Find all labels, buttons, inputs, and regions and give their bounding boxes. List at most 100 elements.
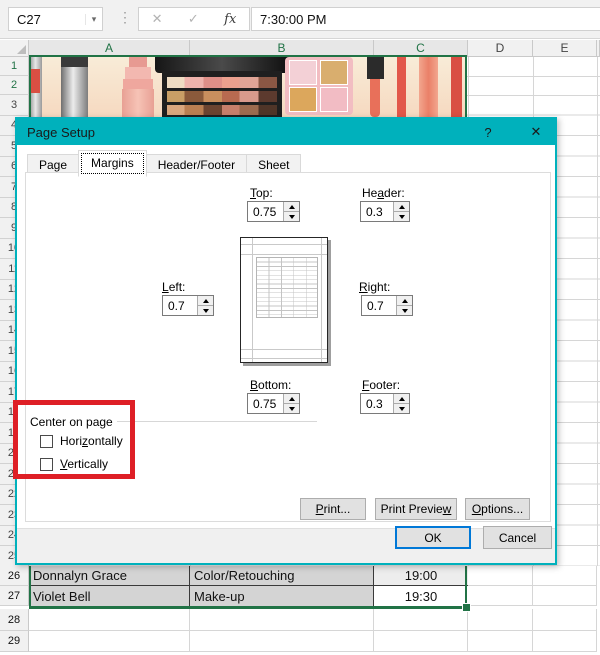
- spin-down-button[interactable]: [394, 212, 409, 221]
- right-margin-spinner: [396, 296, 412, 315]
- ok-button[interactable]: OK: [395, 526, 471, 549]
- tab-margins[interactable]: Margins: [78, 150, 147, 177]
- cell-c26[interactable]: 19:00: [374, 566, 468, 586]
- cell-a28[interactable]: [29, 609, 190, 631]
- eyeshadow-row-shape: [167, 91, 277, 102]
- cell-e27[interactable]: [533, 586, 597, 606]
- spin-up-button[interactable]: [397, 296, 412, 306]
- pencil-stroke-shape: [451, 57, 462, 117]
- separator-dots-icon: ⋮: [118, 9, 132, 26]
- table-row: 26 Donnalyn Grace Color/Retouching 19:00: [0, 566, 600, 586]
- column-header-d[interactable]: D: [468, 40, 533, 57]
- row-header[interactable]: 28: [0, 609, 29, 631]
- cell-e28[interactable]: [533, 609, 597, 631]
- print-button[interactable]: Print...: [300, 498, 366, 520]
- right-margin-value[interactable]: 0.7: [362, 296, 396, 315]
- cell-e26[interactable]: [533, 566, 597, 586]
- top-margin-spinner: [283, 202, 299, 221]
- footer-margin-value[interactable]: 0.3: [361, 394, 393, 413]
- print-preview-button[interactable]: Print Preview: [375, 498, 457, 520]
- row-header[interactable]: 2: [0, 76, 29, 95]
- cell-a29[interactable]: [29, 631, 190, 652]
- spin-up-button[interactable]: [198, 296, 213, 306]
- footer-margin-label: Footer:: [362, 378, 400, 392]
- cell-b27[interactable]: Make-up: [190, 586, 374, 606]
- bottom-margin-input[interactable]: 0.75: [247, 393, 300, 414]
- row-header[interactable]: 27: [0, 586, 29, 606]
- cell-b29[interactable]: [190, 631, 374, 652]
- bottom-margin-value[interactable]: 0.75: [248, 394, 283, 413]
- table-row: 27 Violet Bell Make-up 19:30: [0, 586, 600, 606]
- name-box[interactable]: C27 ▾: [8, 7, 103, 31]
- spin-down-button[interactable]: [397, 306, 412, 315]
- select-all-corner[interactable]: [0, 40, 29, 57]
- enter-icon[interactable]: ✓: [188, 11, 199, 27]
- spin-down-button[interactable]: [198, 306, 213, 315]
- name-box-dropdown-icon[interactable]: ▾: [85, 14, 102, 25]
- cell-c28[interactable]: [374, 609, 468, 631]
- header-margin-label: Header:: [362, 186, 405, 200]
- cell-e29[interactable]: [533, 631, 597, 652]
- bottom-margin-spinner: [283, 394, 299, 413]
- preview-margin-line: [241, 254, 327, 255]
- cell-d29[interactable]: [468, 631, 533, 652]
- header-margin-spinner: [393, 202, 409, 221]
- options-button[interactable]: Options...: [465, 498, 530, 520]
- row-header[interactable]: 1: [0, 57, 29, 76]
- cell-c29[interactable]: [374, 631, 468, 652]
- row-header[interactable]: 26: [0, 566, 29, 586]
- blush-pan-shape: [320, 87, 348, 112]
- cell-d28[interactable]: [468, 609, 533, 631]
- selection-border-left: [29, 566, 31, 606]
- column-header-e[interactable]: E: [533, 40, 597, 57]
- cell-b28[interactable]: [190, 609, 374, 631]
- cell-c27-active[interactable]: 19:30: [374, 586, 468, 606]
- footer-margin-input[interactable]: 0.3: [360, 393, 410, 414]
- formula-value: 7:30:00 PM: [260, 12, 327, 27]
- cancel-button[interactable]: Cancel: [483, 526, 552, 549]
- header-margin-value[interactable]: 0.3: [361, 202, 393, 221]
- top-margin-input[interactable]: 0.75: [247, 201, 300, 222]
- header-margin-input[interactable]: 0.3: [360, 201, 410, 222]
- selection-border-right: [465, 57, 467, 117]
- spin-up-button[interactable]: [394, 394, 409, 404]
- close-icon[interactable]: ✕: [525, 123, 547, 141]
- blush-pan-shape: [320, 60, 348, 85]
- row-header[interactable]: 29: [0, 631, 29, 652]
- row-header[interactable]: 3: [0, 95, 29, 116]
- right-margin-label: Right:: [359, 280, 390, 294]
- table-row: 28: [0, 609, 600, 631]
- blush-pan-shape: [289, 87, 317, 112]
- spin-down-button[interactable]: [284, 212, 299, 221]
- spin-up-button[interactable]: [394, 202, 409, 212]
- pencil-stroke-shape: [397, 57, 406, 117]
- selection-border-top: [29, 55, 467, 57]
- cell-a27[interactable]: Violet Bell: [29, 586, 190, 606]
- help-icon[interactable]: ?: [477, 123, 499, 141]
- cell-d27[interactable]: [468, 586, 533, 606]
- cell-d26[interactable]: [468, 566, 533, 586]
- name-box-value[interactable]: C27: [9, 12, 85, 27]
- pink-tube-shape: [125, 67, 151, 79]
- cell-b26[interactable]: Color/Retouching: [190, 566, 374, 586]
- spin-up-button[interactable]: [284, 202, 299, 212]
- spin-down-button[interactable]: [284, 404, 299, 413]
- selection-border-right: [465, 566, 467, 606]
- pink-tube-shape: [123, 79, 153, 89]
- lipstick-tip-shape: [30, 69, 40, 93]
- left-margin-value[interactable]: 0.7: [163, 296, 197, 315]
- top-margin-value[interactable]: 0.75: [248, 202, 283, 221]
- fill-handle[interactable]: [462, 603, 471, 612]
- cosmetics-picture[interactable]: [29, 57, 467, 117]
- cancel-icon[interactable]: ✕: [152, 11, 163, 27]
- dialog-title-bar[interactable]: Page Setup: [17, 119, 555, 145]
- insert-function-icon[interactable]: fx: [224, 12, 236, 27]
- spin-down-button[interactable]: [394, 404, 409, 413]
- formula-input[interactable]: 7:30:00 PM: [251, 7, 600, 31]
- page-setup-dialog: Page Setup ? ✕ Page Margins Header/Foote…: [15, 117, 557, 565]
- left-margin-input[interactable]: 0.7: [162, 295, 214, 316]
- right-margin-input[interactable]: 0.7: [361, 295, 413, 316]
- spin-up-button[interactable]: [284, 394, 299, 404]
- cell-a26[interactable]: Donnalyn Grace: [29, 566, 190, 586]
- preview-margin-line: [252, 238, 253, 362]
